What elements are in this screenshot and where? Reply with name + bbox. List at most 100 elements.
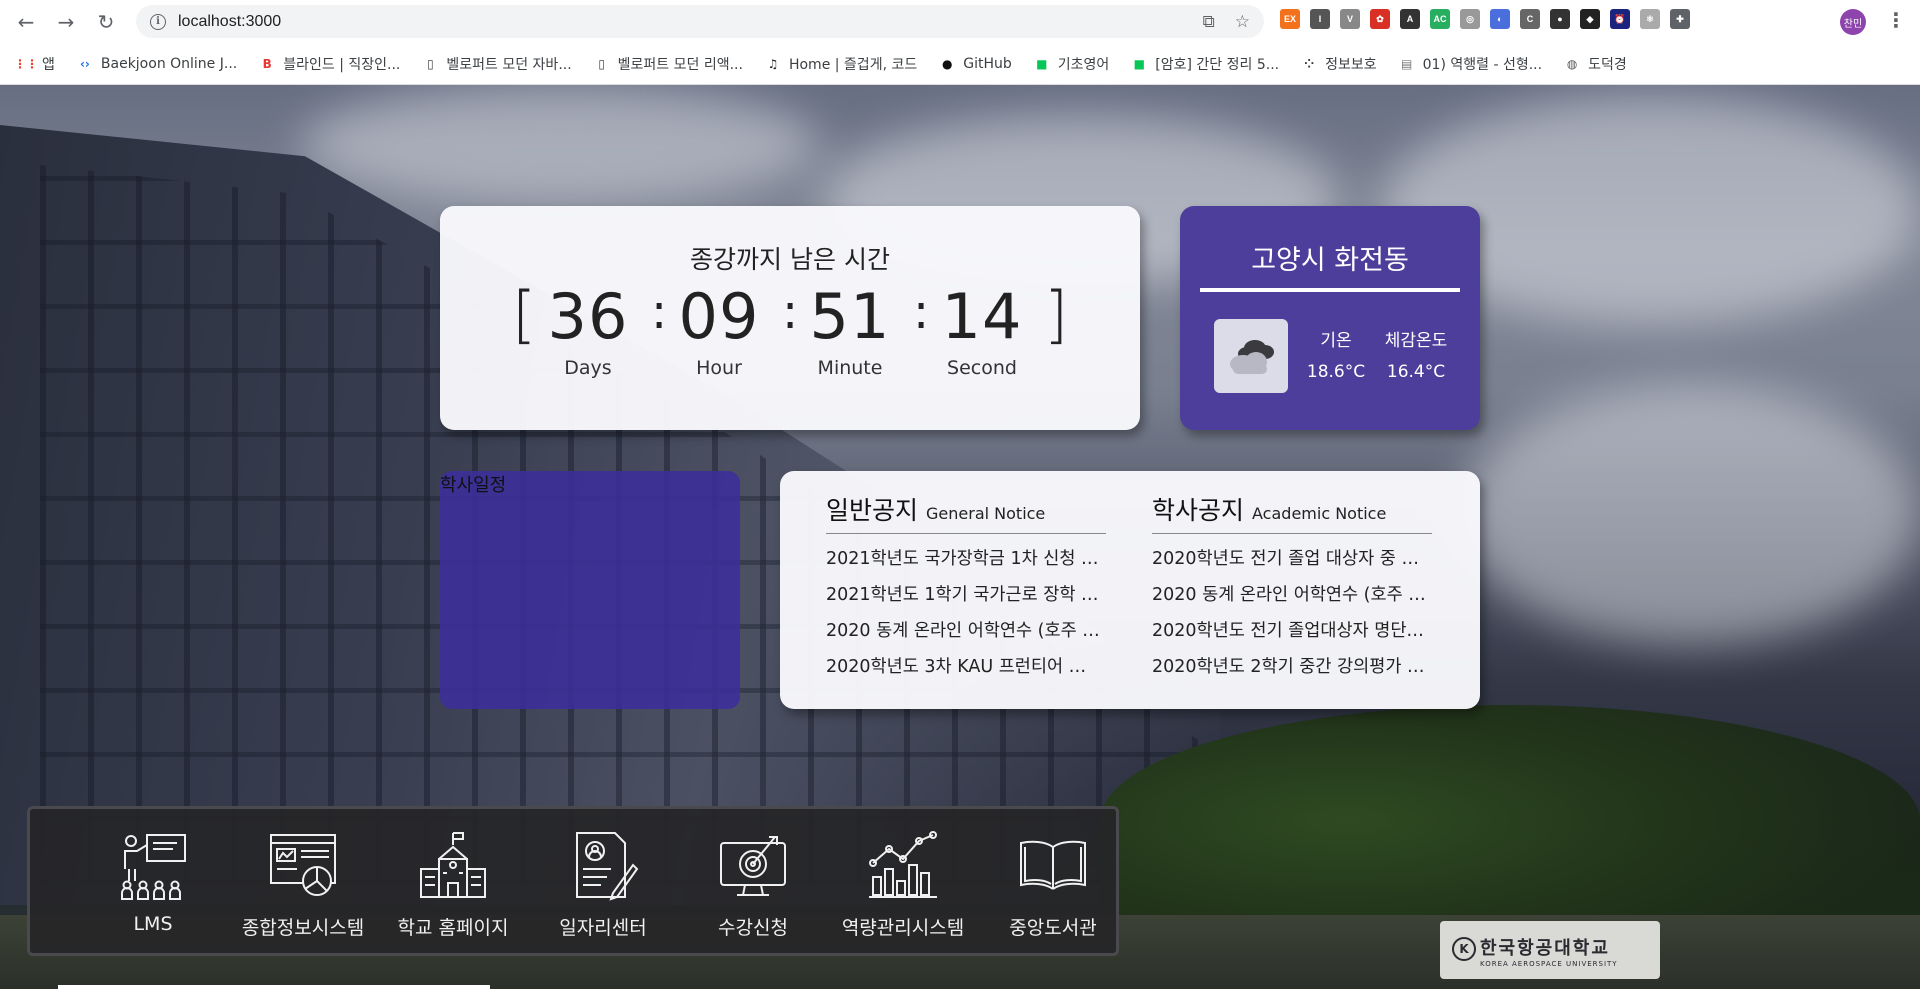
eye-extension-icon[interactable]: ◎ [1460,9,1480,29]
quicklink-lms[interactable]: LMS [78,829,228,935]
bookmark-label: 벨로퍼트 모던 리액... [617,57,743,73]
page-background: K 한국항공대학교 KOREA AEROSPACE UNIVERSITY 종강까… [0,85,1920,989]
countdown-seconds: 14 [941,280,1023,353]
ex-extension-icon[interactable]: EX [1280,9,1300,29]
quicklink-homepage[interactable]: 학교 홈페이지 [378,829,528,940]
notice-item[interactable]: 2020학년도 2학기 중간 강의평가 … [1152,652,1432,688]
resume-icon [576,832,639,901]
bookmark-security[interactable]: ⁘ 정보보호 [1301,54,1377,74]
browser-toolbar: ← → ↻ i localhost:3000 ⧉ ☆ EX I V ✿ A AC ◎ ◐ C ● ◆… [0,0,1920,44]
quicklink-course-registration[interactable]: 수강신청 [678,829,828,940]
notebook-icon: ▤ [1400,57,1413,71]
general-notice-title: 일반공지 [826,496,919,525]
more-menu-icon[interactable]: ⋮ [1886,8,1906,32]
blue-extension-icon[interactable]: ◐ [1490,9,1510,29]
puzzle-extension-icon[interactable]: ✚ [1670,9,1690,29]
bookmark-home[interactable]: ♫ Home | 즐겁게, 코드 [765,54,918,74]
target-monitor-icon [720,836,786,896]
globe-icon: ◍ [1566,57,1578,71]
forward-arrow-icon[interactable]: → [54,10,78,34]
school-icon [420,832,486,898]
reload-icon[interactable]: ↻ [94,10,118,34]
react-extension-icon[interactable]: ⚛ [1640,9,1660,29]
quick-links-bar: LMS 종합정보시스템 학교 홈페이지 일자리센터 수강신청 역량관리시스템 중… [27,806,1119,956]
bookmarks-bar: ⋮⋮ 앱 ‹› Baekjoon Online J... B 블라인드 | 직장인... ▯… [0,44,1920,85]
bookmark-label: GitHub [963,56,1012,72]
quicklink-library[interactable]: 중앙도서관 [978,829,1128,940]
extensions-area: EX I V ✿ A AC ◎ ◐ C ● ◆ ⏰ ⚛ ✚ [1280,9,1690,29]
academic-notice-column: 학사공지 Academic Notice 2020학년도 전기 졸업 대상자 중… [1152,491,1432,688]
seconds-label: Second [947,357,1017,379]
translate-icon[interactable]: ⧉ [1203,12,1215,32]
hours-label: Hour [696,357,742,379]
weather-card: 고양시 화전동 기온 체감온도 18.6°C 16.4°C [1180,206,1480,430]
countdown-minutes: 51 [809,280,891,353]
chart-icon [869,831,937,898]
bookmark-blind[interactable]: B 블라인드 | 직장인... [259,54,401,74]
bookmark-matrix[interactable]: ▤ 01) 역행렬 - 선형... [1399,54,1542,74]
bookmark-baekjoon[interactable]: ‹› Baekjoon Online J... [77,56,237,72]
bottom-strip [58,985,490,989]
notice-item[interactable]: 2020학년도 전기 졸업 대상자 중 … [1152,544,1432,580]
bookmark-velopert-react[interactable]: ▯ 벨로퍼트 모던 리액... [594,54,743,74]
bookmark-velopert-js[interactable]: ▯ 벨로퍼트 모던 자바... [422,54,572,74]
bookmark-apps[interactable]: ⋮⋮ 앱 [14,54,55,74]
notice-item[interactable]: 2021학년도 1학기 국가근로 장학 … [826,580,1106,616]
academic-notice-subtitle: Academic Notice [1252,504,1387,523]
v-extension-icon[interactable]: V [1340,9,1360,29]
ac-extension-icon[interactable]: AC [1430,9,1450,29]
notice-item[interactable]: 2020학년도 3차 KAU 프런티어 … [826,652,1106,688]
dark-extension-icon[interactable]: A [1400,9,1420,29]
blind-icon: B [262,57,272,71]
notice-item[interactable]: 2020 동계 온라인 어학연수 (호주 … [826,616,1106,652]
academic-schedule-card [440,471,740,709]
bookmark-star-icon[interactable]: ☆ [1235,12,1250,32]
dots-icon: ⁘ [1304,57,1315,71]
countdown-hours: 09 [678,280,760,353]
i-extension-icon[interactable]: I [1310,9,1330,29]
feels-like-value: 16.4°C [1386,362,1446,382]
academic-notice-title: 학사공지 [1152,496,1245,525]
notice-item[interactable]: 2021학년도 국가장학금 1차 신청 … [826,544,1106,580]
circle-extension-icon[interactable]: ● [1550,9,1570,29]
bookmark-label: 도덕경 [1588,57,1627,73]
line-icon: ■ [1133,57,1145,71]
campus-sign-title: 한국항공대학교 [1480,938,1610,959]
bookmark-dodeok[interactable]: ◍ 도덕경 [1564,54,1627,74]
quicklink-info-system[interactable]: 종합정보시스템 [228,829,378,940]
address-bar[interactable]: i localhost:3000 ⧉ ☆ [136,5,1264,38]
bookmark-label: 정보보호 [1325,57,1377,73]
bookmark-label: 앱 [42,57,55,73]
university-logo-icon: K [1452,937,1476,961]
c-extension-icon[interactable]: C [1520,9,1540,29]
minutes-label: Minute [817,357,883,379]
lecture-icon [121,834,186,900]
quicklink-label: 일자리센터 [559,917,647,939]
book-icon: ▯ [427,57,434,71]
site-info-icon[interactable]: i [150,13,166,30]
quicklink-label: LMS [133,913,173,935]
url-text[interactable]: localhost:3000 [178,13,281,31]
quicklink-label: 역량관리시스템 [841,917,965,939]
profile-avatar[interactable]: 찬민 [1840,9,1866,35]
notice-item[interactable]: 2020 동계 온라인 어학연수 (호주 … [1152,580,1432,616]
campus-sign-subtitle: KOREA AEROSPACE UNIVERSITY [1480,960,1618,968]
bookmark-crypto[interactable]: ■ [암호] 간단 정리 5... [1131,54,1279,74]
alarm-extension-icon[interactable]: ⏰ [1610,9,1630,29]
days-label: Days [564,357,612,379]
apps-grid-icon: ⋮⋮ [14,57,38,71]
bookmark-github[interactable]: ● GitHub [939,56,1012,72]
tag-extension-icon[interactable]: ◆ [1580,9,1600,29]
red-extension-icon[interactable]: ✿ [1370,9,1390,29]
bookmark-label: Baekjoon Online J... [100,56,238,72]
quicklink-job-center[interactable]: 일자리센터 [528,829,678,940]
academic-schedule-title: 학사일정 [440,475,507,496]
quicklink-label: 종합정보시스템 [241,917,365,939]
back-arrow-icon[interactable]: ← [14,10,38,34]
quicklink-competency[interactable]: 역량관리시스템 [828,829,978,940]
music-icon: ♫ [767,57,779,71]
cloudy-icon [1214,319,1288,393]
bookmark-english[interactable]: ■ 기초영어 [1034,54,1109,74]
notice-item[interactable]: 2020학년도 전기 졸업대상자 명단… [1152,616,1432,652]
bookmark-label: 01) 역행렬 - 선형... [1422,57,1543,73]
